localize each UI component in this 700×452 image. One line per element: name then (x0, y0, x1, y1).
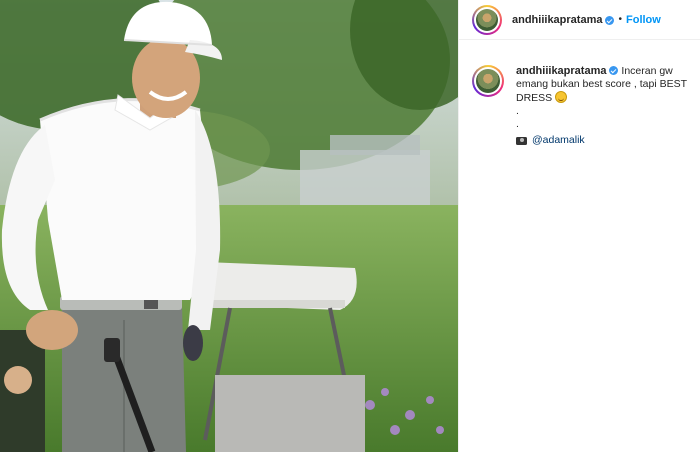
caption-username[interactable]: andhiiikapratama (516, 65, 606, 77)
header-username[interactable]: andhiiikapratama (512, 14, 602, 26)
separator-dot: • (618, 14, 622, 25)
follow-button[interactable]: Follow (626, 14, 661, 26)
laughing-face-emoji-icon (555, 91, 568, 103)
caption-verified-badge-icon (609, 66, 619, 75)
post-photo[interactable] (0, 0, 458, 452)
photo-credit: @adamalik (516, 134, 687, 147)
caption-dot-line: . (516, 105, 519, 117)
caption-avatar[interactable] (472, 65, 504, 97)
caption-dot-line: . (516, 118, 519, 130)
post-sidebar: andhiiikapratama • Follow andhiiikaprata… (458, 0, 700, 452)
golfer-photo-illustration (0, 0, 458, 452)
verified-badge-icon (605, 16, 615, 25)
post-header: andhiiikapratama • Follow (459, 0, 700, 40)
mention-link[interactable]: @adamalik (532, 134, 585, 147)
avatar[interactable] (472, 4, 502, 35)
camera-icon (516, 136, 527, 145)
caption-text-block: andhiiikapratama Inceran gw emang bukan … (516, 65, 687, 147)
caption-block: andhiiikapratama Inceran gw emang bukan … (459, 40, 700, 147)
